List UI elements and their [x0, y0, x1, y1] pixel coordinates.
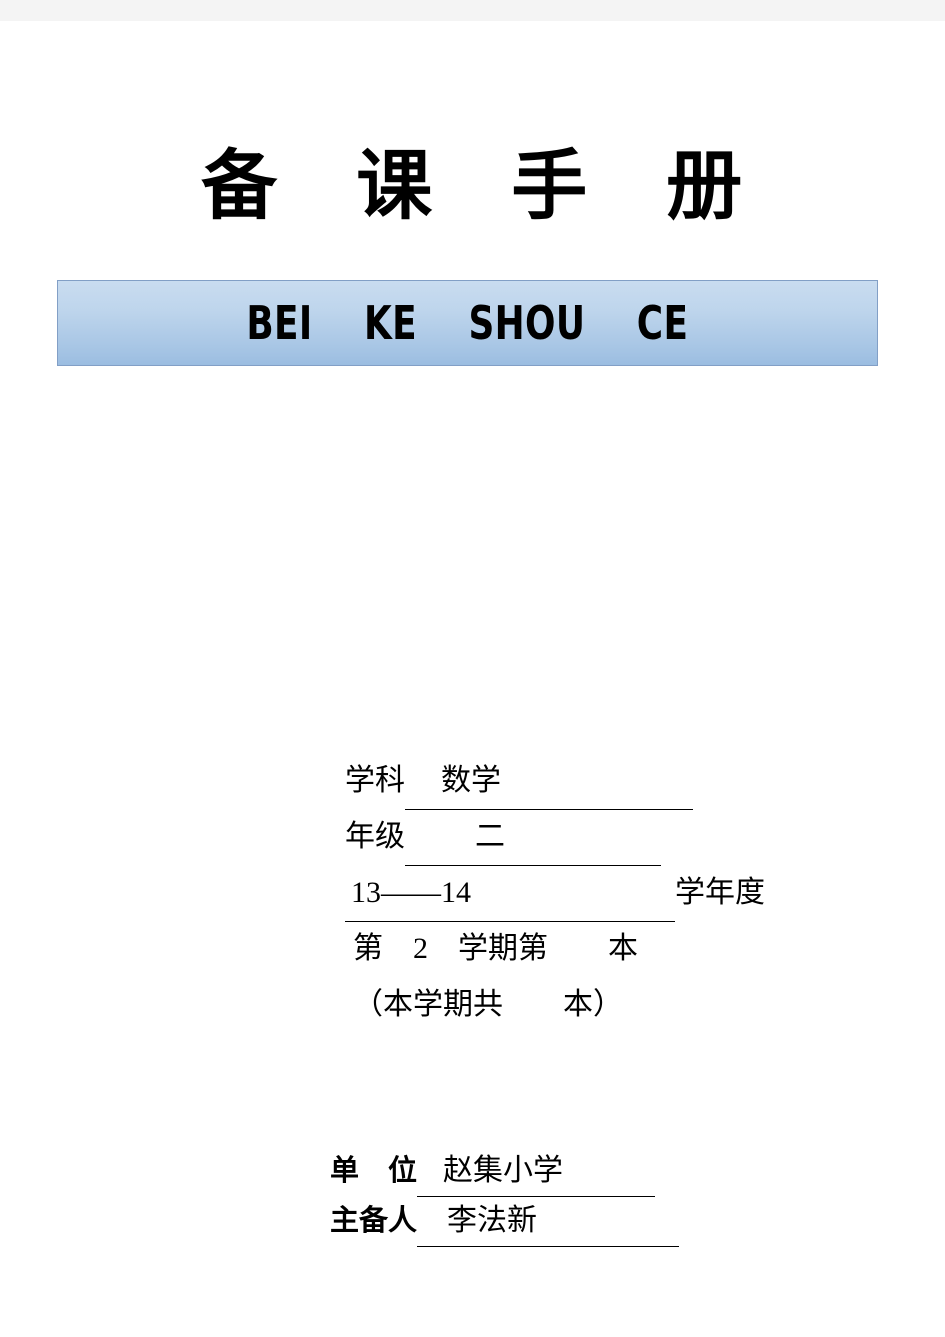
field-row-term: 第 2 学期第 本	[0, 865, 945, 965]
document-page: 备 课 手 册 BEI KE SHOU CE 学科 数学 年级二 13——14 学年…	[0, 21, 945, 1337]
term-total-text[interactable]: （本学期共 本）	[353, 977, 623, 1033]
pinyin-banner: BEI KE SHOU CE	[57, 280, 878, 366]
author-value[interactable]: 李法新	[417, 1196, 680, 1247]
author-label: 主备人	[330, 1203, 418, 1237]
page-title: 备 课 手 册	[201, 141, 744, 230]
field-row-subject: 学科 数学	[0, 697, 945, 810]
author-fields: 单 位赵集小学 主备人 李法新	[0, 1095, 945, 1247]
field-row-author: 主备人 李法新	[0, 1145, 945, 1247]
top-grey-strip	[0, 0, 945, 21]
pinyin-title: BEI KE SHOU CE	[246, 296, 689, 350]
field-row-unit: 单 位赵集小学	[0, 1095, 945, 1197]
field-row-term-total: （本学期共 本）	[0, 921, 945, 1021]
metadata-fields: 学科 数学 年级二 13——14 学年度 第 2 学期第 本 （本学期共 本）	[0, 697, 945, 1021]
field-row-academic-year: 13——14 学年度	[0, 809, 945, 922]
field-row-grade: 年级二	[0, 753, 945, 866]
